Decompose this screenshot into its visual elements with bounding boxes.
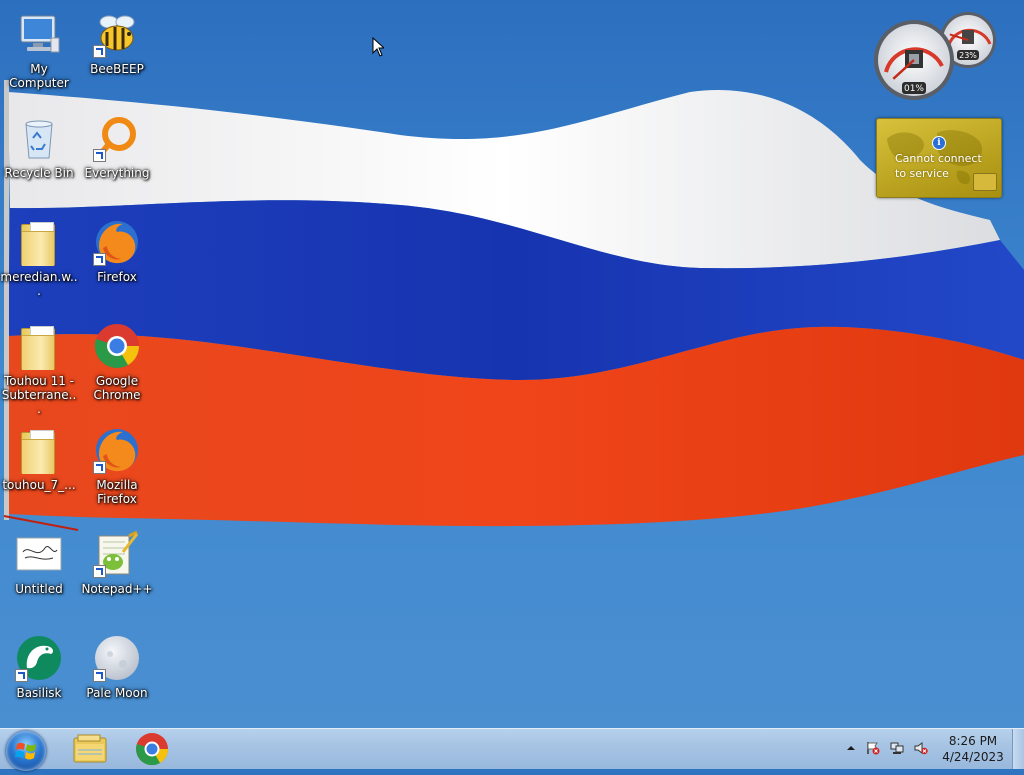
memory-value: 23%	[959, 51, 977, 60]
shortcut-arrow-icon	[15, 669, 28, 682]
recycle-bin-icon	[25, 120, 53, 159]
desktop-icon-notepad-plus-plus[interactable]: Notepad++	[78, 522, 156, 618]
desktop-icon-everything[interactable]: Everything	[78, 106, 156, 202]
desktop-icon-label: meredian.w...	[0, 270, 78, 298]
drawing-icon	[16, 537, 62, 571]
folder-icon	[21, 222, 55, 266]
computer-icon	[20, 15, 60, 53]
gadget-resize-icon[interactable]	[973, 173, 997, 191]
shortcut-arrow-icon	[93, 461, 106, 474]
desktop-icon-label: Notepad++	[81, 582, 153, 596]
desktop-icon-label: touhou_7_...	[2, 478, 76, 492]
desktop-icon-touhou-7-folder[interactable]: touhou_7_...	[0, 418, 78, 514]
desktop-icon-recycle-bin[interactable]: Recycle Bin	[0, 106, 78, 202]
clock-time: 8:26 PM	[948, 734, 998, 748]
gauge-dials: 23% 01%	[874, 12, 996, 100]
shortcut-arrow-icon	[93, 253, 106, 266]
desktop-icon-label: Basilisk	[16, 686, 62, 700]
windows-logo-icon	[15, 742, 36, 760]
desktop-icon-label: Google Chrome	[93, 374, 141, 402]
clock-date: 4/24/2023	[942, 750, 1004, 764]
network-icon[interactable]	[890, 741, 904, 755]
desktop-icon-label: Pale Moon	[86, 686, 148, 700]
folder-icon	[21, 430, 55, 474]
desktop-icon-pale-moon[interactable]: Pale Moon	[78, 626, 156, 722]
cpu-meter-gadget[interactable]: 23% 01%	[874, 8, 1004, 104]
desktop-icon-basilisk[interactable]: Basilisk	[0, 626, 78, 722]
taskbar-explorer-button[interactable]	[62, 730, 118, 768]
weather-error-line1: Cannot connect	[895, 152, 982, 165]
chrome-icon	[94, 324, 139, 368]
desktop-icon-untitled[interactable]: Untitled	[0, 522, 78, 618]
volume-muted-icon[interactable]	[914, 741, 928, 755]
memory-chip-icon	[962, 30, 974, 44]
explorer-icon	[73, 734, 107, 763]
desktop-icon-mozilla-firefox[interactable]: Mozilla Firefox	[78, 418, 156, 514]
start-button[interactable]	[6, 731, 46, 771]
weather-error-line2: to service	[895, 167, 949, 180]
desktop-icon-label: Touhou 11 - Subterrane...	[1, 374, 77, 416]
desktop-icon-label: Firefox	[97, 270, 137, 284]
system-clock[interactable]: 8:26 PM 4/24/2023	[940, 733, 1006, 765]
weather-error-message: Cannot connect to service	[895, 151, 982, 181]
info-icon: i	[932, 136, 946, 150]
desktop-icon-firefox[interactable]: Firefox	[78, 210, 156, 306]
desktop-icon-beebeep[interactable]: BeeBEEP	[78, 2, 156, 98]
shortcut-arrow-icon	[93, 45, 106, 58]
desktop-icon-touhou-11-folder[interactable]: Touhou 11 - Subterrane...	[0, 314, 78, 416]
cpu-value: 01%	[904, 84, 924, 94]
desktop-icon-label: My Computer	[9, 62, 69, 90]
chrome-icon	[136, 733, 169, 766]
desktop-icon-label: Mozilla Firefox	[96, 478, 138, 506]
shortcut-arrow-icon	[93, 565, 106, 578]
folder-icon	[21, 326, 55, 370]
desktop-icon-my-computer[interactable]: My Computer	[0, 2, 78, 98]
shortcut-arrow-icon	[93, 149, 106, 162]
desktop-icon-google-chrome[interactable]: Google Chrome	[78, 314, 156, 410]
show-desktop-button[interactable]	[1012, 729, 1024, 769]
desktop-icon-label: Untitled	[15, 582, 63, 596]
desktop-icon-meredian-folder[interactable]: meredian.w...	[0, 210, 78, 306]
taskbar: 8:26 PM 4/24/2023	[0, 728, 1024, 771]
taskbar-chrome-button[interactable]	[124, 730, 180, 768]
desktop-icon-label: Recycle Bin	[4, 166, 74, 180]
shortcut-arrow-icon	[93, 669, 106, 682]
desktop-icon-label: BeeBEEP	[90, 62, 144, 76]
desktop-icon-label: Everything	[84, 166, 150, 180]
action-center-flag-icon[interactable]	[866, 741, 880, 755]
weather-gadget[interactable]: i Cannot connect to service	[876, 118, 1002, 198]
mouse-cursor-icon	[372, 37, 384, 57]
show-hidden-icons-arrow-icon[interactable]	[844, 741, 858, 755]
